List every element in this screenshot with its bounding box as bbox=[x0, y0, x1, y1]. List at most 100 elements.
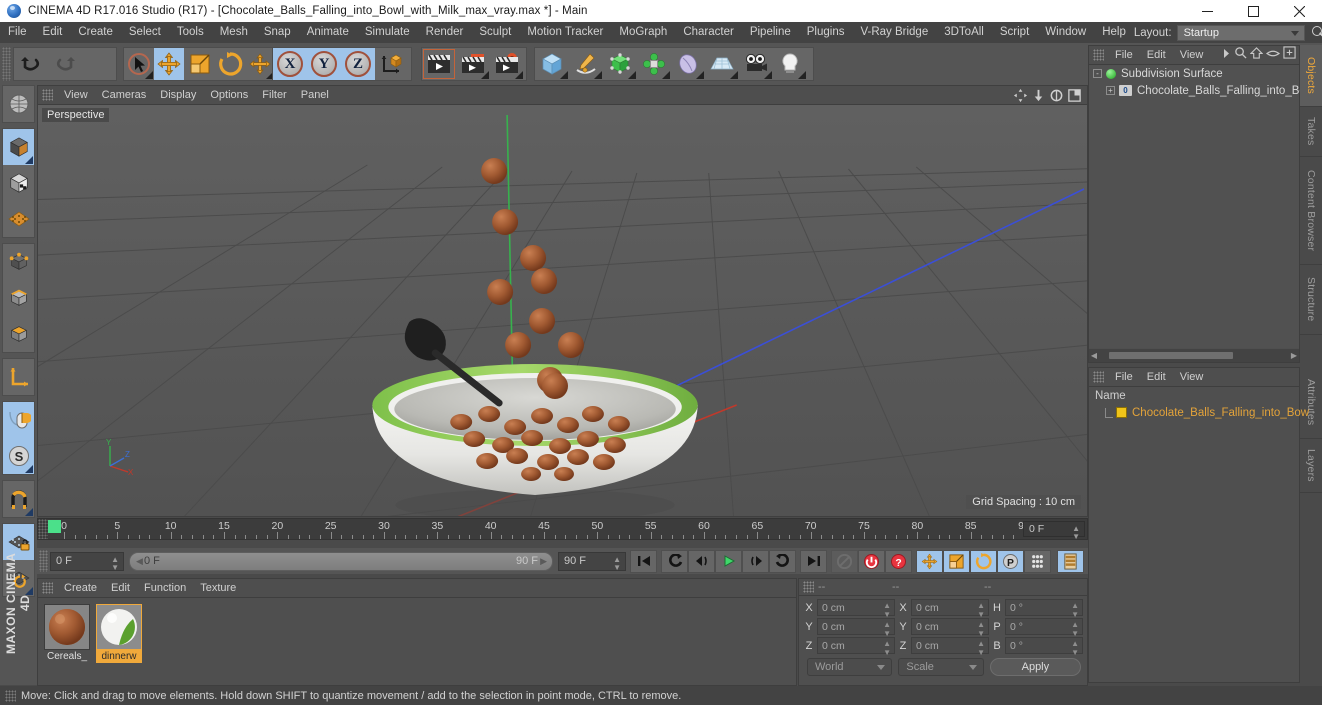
layer-manager-menu-file[interactable]: File bbox=[1108, 368, 1140, 387]
menu-character[interactable]: Character bbox=[675, 22, 742, 43]
yellow-layer-swatch[interactable] bbox=[1116, 407, 1127, 418]
go-to-previous-key-button[interactable] bbox=[661, 549, 688, 573]
redo-button[interactable] bbox=[48, 48, 82, 80]
menu-motion-tracker[interactable]: Motion Tracker bbox=[519, 22, 611, 43]
spinner-icon[interactable]: ▲ ▼ bbox=[977, 620, 985, 639]
scroll-left-icon[interactable]: ◀ bbox=[1089, 351, 1099, 360]
spinner-icon[interactable]: ▲ ▼ bbox=[1071, 639, 1079, 658]
model-mode[interactable] bbox=[3, 129, 34, 165]
spinner-icon[interactable]: ▲ ▼ bbox=[1071, 620, 1079, 639]
coord-input-size-z[interactable]: 0 cm ▲ ▼ bbox=[911, 637, 989, 657]
pan-icon[interactable] bbox=[1013, 88, 1028, 103]
viewport-3d-scene[interactable] bbox=[38, 105, 1087, 517]
coordinates-grip[interactable] bbox=[803, 581, 814, 593]
green-white-sphere-swatch[interactable] bbox=[96, 604, 142, 650]
viewport-menu-view[interactable]: View bbox=[57, 86, 95, 105]
rotate-view-icon[interactable] bbox=[1049, 88, 1064, 103]
home-icon[interactable] bbox=[1249, 46, 1264, 64]
menu-animate[interactable]: Animate bbox=[299, 22, 357, 43]
timeline-frame-field[interactable]: 0 F ▲ ▼ bbox=[1023, 521, 1085, 541]
range-right-arrow-icon[interactable]: ▶ bbox=[540, 556, 547, 567]
coord-input-rot-b[interactable]: 0 ° ▲ ▼ bbox=[1005, 637, 1083, 657]
viewport-menu-filter[interactable]: Filter bbox=[255, 86, 293, 105]
spinner-icon[interactable]: ▲ ▼ bbox=[883, 601, 891, 620]
tab-layers[interactable]: Layers bbox=[1300, 439, 1322, 493]
menu-mesh[interactable]: Mesh bbox=[212, 22, 256, 43]
go-to-start-button[interactable] bbox=[630, 549, 657, 573]
menu-help[interactable]: Help bbox=[1094, 22, 1134, 43]
status-bar-grip[interactable] bbox=[5, 689, 16, 702]
object-tree[interactable]: - Subdivision Surface + 0 Chocolate_Ball… bbox=[1089, 65, 1314, 348]
position-key-button[interactable] bbox=[916, 549, 943, 573]
tool-expand-corner[interactable] bbox=[594, 71, 602, 79]
menu-tools[interactable]: Tools bbox=[169, 22, 212, 43]
menu-file[interactable]: File bbox=[0, 22, 35, 43]
play-button[interactable] bbox=[715, 549, 742, 573]
apply-button[interactable]: Apply bbox=[989, 658, 1082, 676]
polygons-mode[interactable] bbox=[3, 316, 34, 352]
object-axis-mode[interactable] bbox=[3, 359, 34, 395]
object-manager-menu-file[interactable]: File bbox=[1108, 46, 1140, 65]
menu-select[interactable]: Select bbox=[121, 22, 169, 43]
menu-3dtoall[interactable]: 3DToAll bbox=[936, 22, 992, 43]
viewport-menu-panel[interactable]: Panel bbox=[294, 86, 336, 105]
add-floor-object[interactable] bbox=[705, 48, 739, 80]
coord-input-rot-p[interactable]: 0 ° ▲ ▼ bbox=[1005, 618, 1083, 638]
dynamic-place-tool[interactable] bbox=[245, 48, 275, 80]
rotate-tool[interactable] bbox=[215, 48, 245, 80]
menu-create[interactable]: Create bbox=[70, 22, 121, 43]
viewport[interactable]: View Cameras Display Options Filter Pane… bbox=[37, 85, 1088, 517]
tool-expand-corner[interactable] bbox=[481, 71, 489, 79]
y-axis-lock[interactable]: Y bbox=[307, 48, 341, 80]
tab-structure[interactable]: Structure bbox=[1300, 265, 1322, 335]
spinner-icon[interactable]: ▲ ▼ bbox=[977, 601, 985, 620]
close-button[interactable] bbox=[1276, 0, 1322, 22]
coord-input-pos-x[interactable]: 0 cm ▲ ▼ bbox=[817, 599, 895, 619]
preview-end-field[interactable]: 90 F ▲ ▼ bbox=[558, 551, 626, 572]
menu-mograph[interactable]: MoGraph bbox=[611, 22, 675, 43]
texture-mode[interactable] bbox=[3, 165, 34, 201]
tool-expand-corner[interactable] bbox=[628, 71, 636, 79]
menu-snap[interactable]: Snap bbox=[256, 22, 299, 43]
scrollbar-thumb[interactable] bbox=[1109, 352, 1233, 359]
material-menu-function[interactable]: Function bbox=[137, 579, 193, 598]
pla-key-button[interactable]: P bbox=[997, 549, 1024, 573]
undo-button[interactable] bbox=[14, 48, 48, 80]
tab-takes[interactable]: Takes bbox=[1300, 107, 1322, 157]
material-item-cereals[interactable]: Cereals_ bbox=[44, 604, 90, 663]
range-left-arrow-icon[interactable]: ◀ bbox=[136, 556, 143, 567]
coordinate-system-select[interactable]: World bbox=[807, 658, 893, 676]
tool-expand-corner[interactable] bbox=[798, 71, 806, 79]
make-editable-tool[interactable] bbox=[3, 86, 34, 122]
object-manager-grip[interactable] bbox=[1093, 49, 1104, 61]
chocolate-sphere-swatch[interactable] bbox=[44, 604, 90, 650]
object-manager-menu-view[interactable]: View bbox=[1173, 46, 1211, 65]
search-icon[interactable] bbox=[1234, 46, 1247, 64]
material-menu-edit[interactable]: Edit bbox=[104, 579, 137, 598]
spinner-icon[interactable]: ▲ ▼ bbox=[111, 555, 119, 572]
add-light[interactable] bbox=[773, 48, 807, 80]
tool-expand-corner[interactable] bbox=[662, 71, 670, 79]
layer-manager-menu-view[interactable]: View bbox=[1173, 368, 1211, 387]
scale-tool[interactable] bbox=[184, 48, 214, 80]
keyframe-selection-button[interactable]: ? bbox=[885, 549, 912, 573]
scale-key-button[interactable] bbox=[943, 549, 970, 573]
coord-input-size-y[interactable]: 0 cm ▲ ▼ bbox=[911, 618, 989, 638]
viewport-solo-mode[interactable] bbox=[3, 402, 34, 438]
coord-input-rot-h[interactable]: 0 ° ▲ ▼ bbox=[1005, 599, 1083, 619]
add-deformer[interactable] bbox=[637, 48, 671, 80]
object-manager-menu-edit[interactable]: Edit bbox=[1140, 46, 1173, 65]
material-menu-texture[interactable]: Texture bbox=[193, 579, 243, 598]
preview-range-slider[interactable]: ◀ 0 F 90 F ▶ bbox=[129, 551, 553, 571]
points-mode[interactable] bbox=[3, 244, 34, 280]
menu-edit[interactable]: Edit bbox=[35, 22, 71, 43]
tool-expand-corner[interactable] bbox=[25, 508, 33, 516]
layout-select[interactable]: Startup bbox=[1176, 24, 1305, 41]
spinner-icon[interactable]: ▲ ▼ bbox=[613, 555, 621, 572]
spinner-icon[interactable]: ▲ ▼ bbox=[883, 620, 891, 639]
go-to-end-button[interactable] bbox=[800, 549, 827, 573]
material-menu-create[interactable]: Create bbox=[57, 579, 104, 598]
add-cube-object[interactable] bbox=[535, 48, 569, 80]
tab-objects[interactable]: Objects bbox=[1300, 45, 1322, 107]
layer-row[interactable]: Chocolate_Balls_Falling_into_Bow bbox=[1089, 404, 1309, 421]
